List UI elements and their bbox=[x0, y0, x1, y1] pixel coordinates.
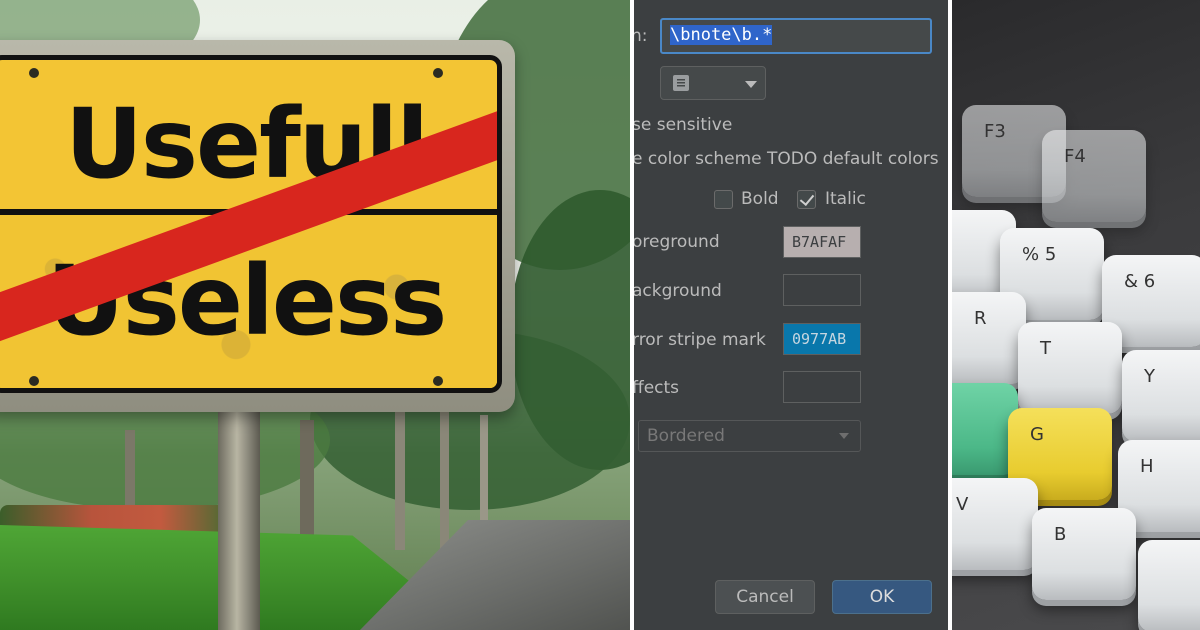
bold-checkbox[interactable] bbox=[714, 190, 733, 209]
case-sensitive-label[interactable]: se sensitive bbox=[634, 115, 732, 135]
effect-type-value: Bordered bbox=[647, 426, 725, 446]
use-color-scheme-label[interactable]: e color scheme TODO default colors bbox=[634, 149, 939, 169]
italic-checkbox[interactable] bbox=[797, 190, 816, 209]
chevron-down-icon bbox=[745, 81, 757, 88]
rivet bbox=[29, 68, 39, 78]
cancel-button[interactable]: Cancel bbox=[715, 580, 815, 614]
keycap: R bbox=[952, 292, 1026, 384]
keycap bbox=[1138, 540, 1200, 630]
rivet bbox=[433, 68, 443, 78]
document-lines-icon bbox=[673, 75, 689, 91]
background-label: ackground bbox=[634, 281, 722, 301]
background-color-swatch[interactable] bbox=[783, 274, 861, 306]
pattern-input[interactable]: \bnote\b.* bbox=[660, 18, 932, 54]
todo-pattern-dialog: n: \bnote\b.* se sensitive e color schem… bbox=[634, 0, 948, 630]
keycap: Y bbox=[1122, 350, 1200, 442]
keycap: V bbox=[952, 478, 1038, 570]
pattern-label: n: bbox=[634, 26, 648, 46]
foreground-color-swatch[interactable]: B7AFAF bbox=[783, 226, 861, 258]
italic-label: Italic bbox=[825, 189, 866, 209]
town-sign: Usefull Useless bbox=[0, 55, 502, 393]
keycap: B bbox=[1032, 508, 1136, 600]
effects-color-swatch[interactable] bbox=[783, 371, 861, 403]
bold-label: Bold bbox=[741, 189, 779, 209]
error-stripe-label: rror stripe mark bbox=[634, 330, 766, 350]
keyboard-photo: F3 F4 % 5 & 6 R T Y G H V B bbox=[952, 0, 1200, 630]
keycap: T bbox=[1018, 322, 1122, 414]
effects-label: ffects bbox=[634, 378, 680, 398]
icon-dropdown[interactable] bbox=[660, 66, 766, 100]
pattern-value-selected: \bnote\b.* bbox=[670, 25, 773, 45]
road-sign-photo: Usefull Useless bbox=[0, 0, 630, 630]
error-stripe-color-swatch[interactable]: 0977AB bbox=[783, 323, 861, 355]
rivet bbox=[29, 376, 39, 386]
ok-button[interactable]: OK bbox=[832, 580, 932, 614]
effect-type-dropdown[interactable]: Bordered bbox=[638, 420, 861, 452]
foreground-label: oreground bbox=[634, 232, 720, 252]
keycap: F4 bbox=[1042, 130, 1146, 222]
rivet bbox=[433, 376, 443, 386]
sign-post bbox=[218, 395, 260, 630]
chevron-down-icon bbox=[839, 433, 849, 439]
